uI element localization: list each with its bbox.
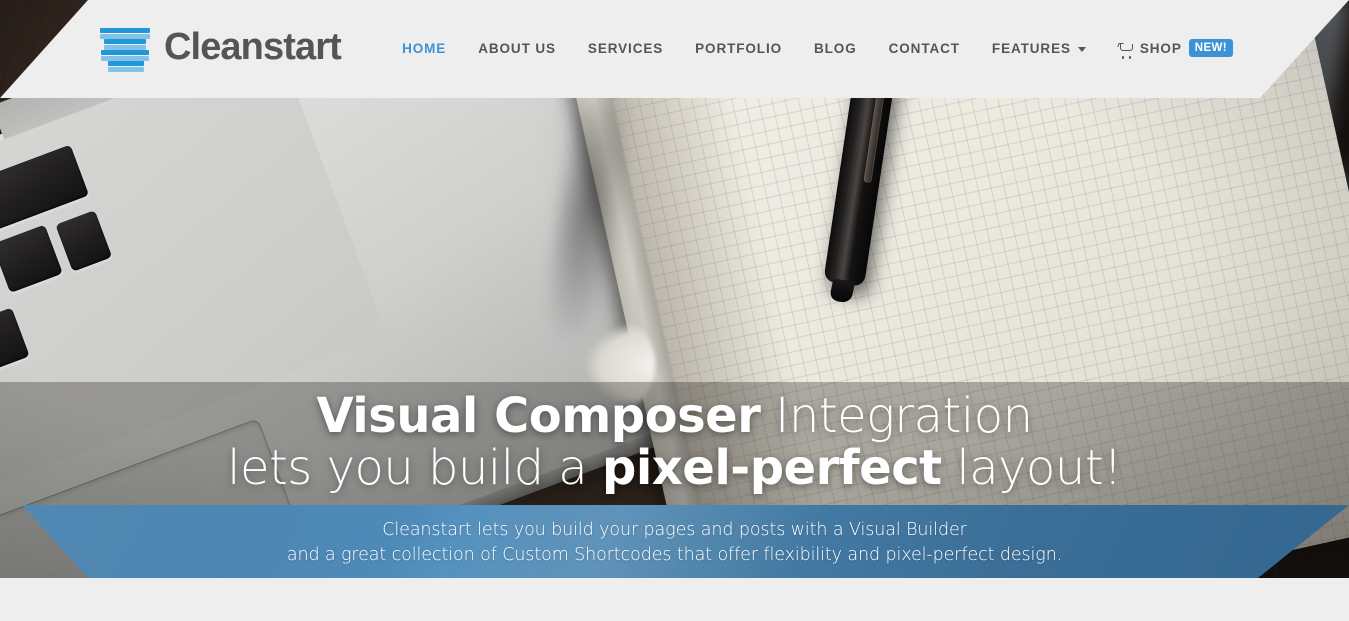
nav-label: HOME <box>402 41 447 56</box>
pen-tip <box>828 278 856 304</box>
stacked-lines-logo-icon <box>100 26 150 68</box>
nav-item-blog[interactable]: BLOG <box>798 0 873 98</box>
hero-headline-line-2-bold: pixel-perfect <box>601 439 942 496</box>
nav-item-contact[interactable]: CONTACT <box>873 0 976 98</box>
nav-label: PORTFOLIO <box>695 41 783 56</box>
brand-name: Cleanstart <box>164 26 342 68</box>
nav-label: CONTACT <box>888 41 960 56</box>
hero-headline-block: Visual Composer Integration lets you bui… <box>0 391 1349 494</box>
hero-headline-line-2: lets you build a pixel-perfect layout! <box>0 443 1349 494</box>
hero-headline-line-1-light: Integration <box>760 388 1033 444</box>
nav-item-shop[interactable]: SHOP NEW! <box>1102 0 1249 98</box>
nav-label: SHOP <box>1139 41 1182 56</box>
chevron-down-icon <box>1077 46 1086 52</box>
page-root: 9 O P ? L : / K < . option M <box>0 0 1349 621</box>
hero-headline-line-1: Visual Composer Integration <box>0 391 1349 442</box>
cart-icon <box>1117 42 1133 59</box>
nav-label: FEATURES <box>991 41 1071 56</box>
key <box>0 307 30 383</box>
hero-subtitle-line-2: and a great collection of Custom Shortco… <box>286 544 1063 565</box>
hero-headline-line-1-bold: Visual Composer <box>316 388 761 444</box>
nav-item-services[interactable]: SERVICES <box>572 0 679 98</box>
hero-headline-line-2-light-a: lets you build a <box>227 439 602 496</box>
key <box>0 224 63 293</box>
nav-item-home[interactable]: HOME <box>386 0 462 98</box>
nav-item-features[interactable]: FEATURES <box>976 0 1102 98</box>
new-badge: NEW! <box>1188 38 1233 58</box>
hero-subtitle-band: Cleanstart lets you build your pages and… <box>22 505 1349 578</box>
site-logo[interactable]: Cleanstart <box>100 26 342 68</box>
main-navigation: HOME ABOUT US SERVICES PORTFOLIO BLOG CO… <box>386 0 1249 98</box>
nav-label: SERVICES <box>587 41 664 56</box>
key <box>55 210 113 272</box>
nav-item-portfolio[interactable]: PORTFOLIO <box>679 0 798 98</box>
header-content: Cleanstart HOME ABOUT US SERVICES PORTFO… <box>0 0 1349 98</box>
hero-headline-line-2-light-b: layout! <box>941 439 1122 496</box>
nav-item-about-us[interactable]: ABOUT US <box>462 0 572 98</box>
page-bottom-filler <box>0 578 1349 621</box>
nav-label: BLOG <box>814 41 857 56</box>
hero-subtitle-text: Cleanstart lets you build your pages and… <box>22 518 1349 568</box>
hero-subtitle-line-1: Cleanstart lets you build your pages and… <box>382 520 967 540</box>
nav-label: ABOUT US <box>478 41 556 56</box>
